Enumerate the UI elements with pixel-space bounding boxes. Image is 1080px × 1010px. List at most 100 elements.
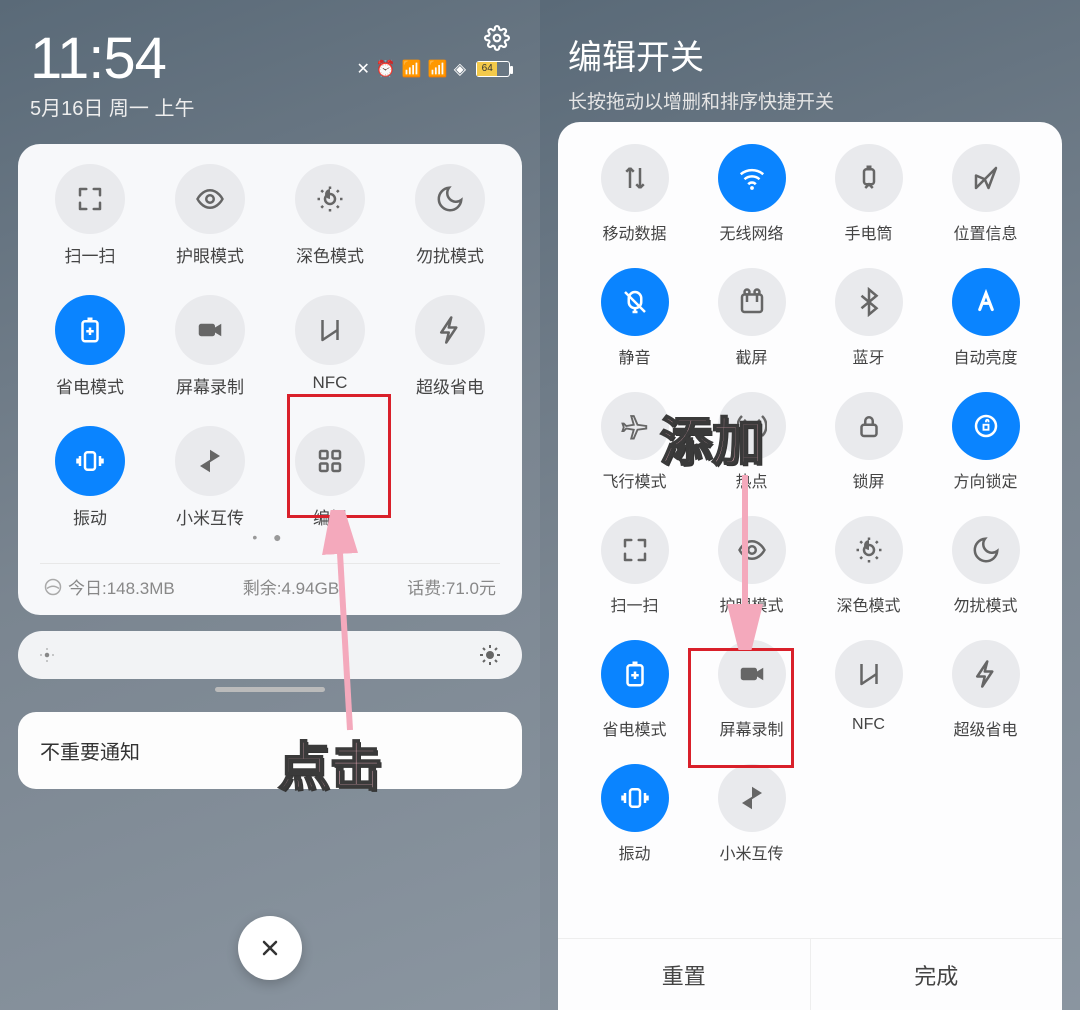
toggle-tile-plane[interactable]: 飞行模式 <box>576 392 693 492</box>
data-usage-row[interactable]: 今日:148.3MB 剩余:4.94GB 话费:71.0元 <box>30 574 510 603</box>
bolt-icon <box>952 640 1020 708</box>
edit-subtitle: 长按拖动以增删和排序快捷开关 <box>568 87 1052 114</box>
battery-status-icon: 64 <box>476 61 510 77</box>
toggle-tile-nfc[interactable]: NFC <box>810 640 927 740</box>
data-remain-label: 剩余:4.94GB <box>243 574 339 599</box>
toggle-tile-video[interactable]: 屏幕录制 <box>150 295 270 398</box>
toggle-tile-autoA[interactable]: 自动亮度 <box>927 268 1044 368</box>
signal2-status-icon: 📶 <box>428 59 448 79</box>
toggle-tile-moon[interactable]: 勿扰模式 <box>927 516 1044 616</box>
bt-icon <box>835 268 903 336</box>
toggle-label: 省电模式 <box>56 373 124 398</box>
toggle-label: NFC <box>852 716 885 734</box>
toggle-tile-screenshot[interactable]: 截屏 <box>693 268 810 368</box>
toggle-label: 移动数据 <box>602 220 666 244</box>
share-icon <box>718 764 786 832</box>
toggle-label: 静音 <box>618 344 650 368</box>
toggle-tile-bolt[interactable]: 超级省电 <box>927 640 1044 740</box>
toggle-tile-lock[interactable]: 锁屏 <box>810 392 927 492</box>
flash-icon <box>835 144 903 212</box>
toggle-label: 振动 <box>618 840 650 864</box>
toggle-label: 热点 <box>735 468 767 492</box>
moon-icon <box>415 164 485 234</box>
eye-icon <box>175 164 245 234</box>
toggle-tile-mute[interactable]: 静音 <box>576 268 693 368</box>
phone-bill-label: 话费:71.0元 <box>407 574 496 599</box>
toggle-tile-vibrate[interactable]: 振动 <box>576 764 693 864</box>
brightness-high-icon <box>478 643 502 667</box>
toggle-tile-scan[interactable]: 扫一扫 <box>30 164 150 267</box>
toggle-label: 蓝牙 <box>852 344 884 368</box>
toggle-tile-data[interactable]: 移动数据 <box>576 144 693 244</box>
toggle-tile-grid[interactable]: 编辑 <box>270 426 390 529</box>
scan-icon <box>601 516 669 584</box>
toggle-tile-moon[interactable]: 勿扰模式 <box>390 164 510 267</box>
toggle-label: 超级省电 <box>953 716 1017 740</box>
toggle-label: 手电筒 <box>844 220 892 244</box>
toggle-tile-rotlock[interactable]: 方向锁定 <box>927 392 1044 492</box>
plane-icon <box>601 392 669 460</box>
toggle-tile-nfc[interactable]: NFC <box>270 295 390 398</box>
screenshot-icon <box>718 268 786 336</box>
toggle-label: 护眼模式 <box>719 592 783 616</box>
toggle-tile-hotspot[interactable]: 热点 <box>693 392 810 492</box>
toggle-tile-video[interactable]: 屏幕录制 <box>693 640 810 740</box>
toggle-tile-battery[interactable]: 省电模式 <box>576 640 693 740</box>
toggle-tile-battery[interactable]: 省电模式 <box>30 295 150 398</box>
autoA-icon <box>952 268 1020 336</box>
toggle-tile-share[interactable]: 小米互传 <box>693 764 810 864</box>
moon-icon <box>952 516 1020 584</box>
video-icon <box>175 295 245 365</box>
drag-handle[interactable] <box>215 687 325 692</box>
lock-icon <box>835 392 903 460</box>
toggle-tile-eye[interactable]: 护眼模式 <box>693 516 810 616</box>
video-icon <box>718 640 786 708</box>
toggle-label: 深色模式 <box>296 242 364 267</box>
wifi-icon <box>718 144 786 212</box>
darksun-icon <box>295 164 365 234</box>
page-indicator: • ● <box>30 529 510 545</box>
reset-button[interactable]: 重置 <box>558 939 810 1010</box>
rotlock-icon <box>952 392 1020 460</box>
toggle-label: 屏幕录制 <box>719 716 783 740</box>
clock-date: 5月16日 周一 上午 <box>30 92 194 121</box>
toggle-label: 小米互传 <box>176 504 244 529</box>
toggle-tile-eye[interactable]: 护眼模式 <box>150 164 270 267</box>
brightness-slider[interactable] <box>18 631 522 679</box>
toggle-tile-vibrate[interactable]: 振动 <box>30 426 150 529</box>
unimportant-notifs-label: 不重要通知 <box>40 742 140 764</box>
darksun-icon <box>835 516 903 584</box>
edit-title: 编辑开关 <box>568 30 1052 79</box>
battery-icon <box>601 640 669 708</box>
toggle-label: 小米互传 <box>719 840 783 864</box>
gear-icon[interactable] <box>484 25 510 51</box>
toggle-label: 屏幕录制 <box>176 373 244 398</box>
toggle-tile-bolt[interactable]: 超级省电 <box>390 295 510 398</box>
toggle-tile-darksun[interactable]: 深色模式 <box>270 164 390 267</box>
toggle-tile-bt[interactable]: 蓝牙 <box>810 268 927 368</box>
toggle-label: 护眼模式 <box>176 242 244 267</box>
done-button[interactable]: 完成 <box>810 939 1063 1010</box>
left-screenshot: 11:54 5月16日 周一 上午 ✕ ⏰ 📶 📶 ◈ 64 扫一扫护眼模式深色… <box>0 0 540 1010</box>
mute-icon <box>601 268 669 336</box>
toggle-label: 编辑 <box>313 504 347 529</box>
toggle-tile-wifi[interactable]: 无线网络 <box>693 144 810 244</box>
bolt-icon <box>415 295 485 365</box>
alarm-status-icon: ⏰ <box>376 59 396 79</box>
toggle-tile-share[interactable]: 小米互传 <box>150 426 270 529</box>
toggle-label: 方向锁定 <box>953 468 1017 492</box>
data-today-label: 今日:148.3MB <box>68 574 175 599</box>
toggle-tile-darksun[interactable]: 深色模式 <box>810 516 927 616</box>
toggle-tile-scan[interactable]: 扫一扫 <box>576 516 693 616</box>
toggle-tile-flash[interactable]: 手电筒 <box>810 144 927 244</box>
unimportant-notifs-card[interactable]: 不重要通知 <box>18 712 522 789</box>
nfc-icon <box>295 295 365 365</box>
toggle-label: 深色模式 <box>836 592 900 616</box>
toggle-label: 自动亮度 <box>953 344 1017 368</box>
vibrate-icon <box>601 764 669 832</box>
close-button[interactable] <box>238 916 302 980</box>
toggle-tile-loc[interactable]: 位置信息 <box>927 144 1044 244</box>
eye-icon <box>718 516 786 584</box>
share-icon <box>175 426 245 496</box>
toggle-label: 振动 <box>73 504 107 529</box>
